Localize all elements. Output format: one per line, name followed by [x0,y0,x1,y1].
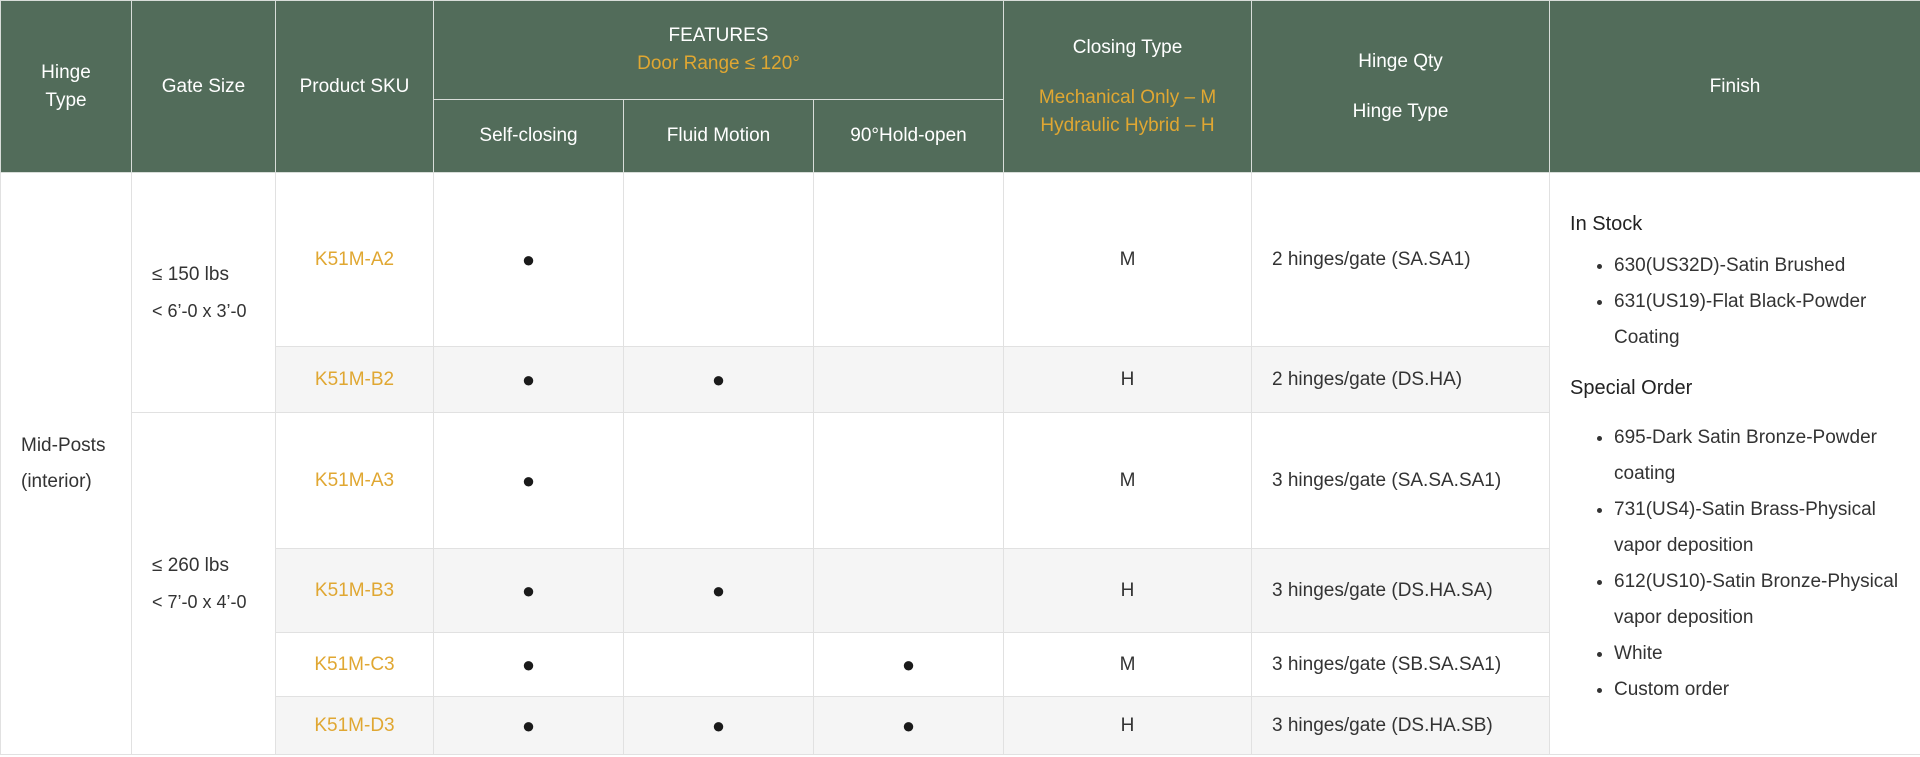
hold-open-cell: ● [812,632,1005,697]
list-item: 631(US19)-Flat Black-Powder Coating [1614,284,1900,356]
hold-open-cell [812,548,1005,633]
closing-type-cell: H [1003,548,1253,633]
list-item: 630(US32D)-Satin Brushed [1614,248,1900,284]
in-stock-title: In Stock [1570,212,1643,235]
header-gate-size: Gate Size [131,0,276,173]
sku-cell: K51M-D3 [275,696,434,755]
table-row: Mid-Posts (interior) ≤ 150 lbs < 6’-0 x … [0,172,1920,755]
header-features-subtitle: Door Range ≤ 120° [637,53,800,74]
list-item: 695-Dark Satin Bronze-Powder coating [1614,420,1900,492]
hinge-type-line1: Mid-Posts [21,434,106,456]
hinge-qty-cell: 2 hinges/gate (SA.SA1) [1251,172,1551,347]
sku-cell: K51M-A3 [275,412,434,549]
hold-open-cell [812,172,1005,347]
gate-dimensions: < 6’-0 x 3’-0 [152,300,247,321]
hinge-type-line2: (interior) [21,470,92,492]
closing-type-cell: M [1003,632,1253,697]
fluid-motion-cell [623,412,814,549]
hold-open-dot: ● [901,712,916,738]
hinge-spec-table: Hinge Type Gate Size Product SKU FEATURE… [0,0,1920,755]
gate-dimensions: < 7’-0 x 4’-0 [152,591,247,612]
self-closing-dot: ● [521,712,536,738]
hinge-qty-cell: 2 hinges/gate (DS.HA) [1251,346,1551,413]
sku-cell: K51M-C3 [275,632,434,697]
header-closing-type: Closing Type Mechanical Only – M Hydraul… [1003,0,1253,173]
list-item: White [1614,636,1900,672]
gate-weight: ≤ 260 lbs [152,554,229,576]
header-fluid-motion: Fluid Motion [623,99,814,173]
in-stock-list: 630(US32D)-Satin Brushed 631(US19)-Flat … [1570,248,1900,356]
sku-cell: K51M-B3 [275,548,434,633]
fluid-motion-dot: ● [711,366,726,392]
closing-type-cell: H [1003,696,1253,755]
hinge-type-cell: Mid-Posts (interior) [0,172,132,755]
header-closing-m: Mechanical Only – M [1038,86,1217,108]
header-hinge-type: Hinge Type [0,0,132,173]
header-hinge-qty: Hinge Qty Hinge Type [1251,0,1551,173]
gate-size-cell: ≤ 260 lbs < 7’-0 x 4’-0 [131,412,276,755]
fluid-motion-cell: ● [623,696,814,755]
header-hinge-qty-title: Hinge Qty [1358,50,1443,72]
header-closing-type-title: Closing Type [1072,36,1183,58]
closing-type-cell: H [1003,346,1253,413]
list-item: 612(US10)-Satin Bronze-Physical vapor de… [1614,564,1900,636]
header-product-sku: Product SKU [275,0,434,173]
finish-cell: In Stock 630(US32D)-Satin Brushed 631(US… [1549,172,1920,755]
self-closing-cell: ● [433,548,624,633]
self-closing-cell: ● [433,172,624,347]
special-order-list: 695-Dark Satin Bronze-Powder coating 731… [1570,420,1900,708]
hold-open-cell: ● [812,696,1005,755]
hold-open-cell [812,346,1005,413]
hinge-qty-cell: 3 hinges/gate (SA.SA.SA1) [1251,412,1551,549]
self-closing-dot: ● [521,577,536,603]
header-finish: Finish [1549,0,1920,173]
fluid-motion-cell [623,632,814,697]
hold-open-dot: ● [901,651,916,677]
self-closing-dot: ● [521,651,536,677]
list-item: Custom order [1614,672,1900,708]
special-order-title: Special Order [1570,376,1693,399]
header-features-title: FEATURES [668,25,769,46]
self-closing-dot: ● [521,366,536,392]
header-hinge-type-line1: Hinge [41,61,91,83]
hinge-qty-cell: 3 hinges/gate (DS.HA.SB) [1251,696,1551,755]
fluid-motion-cell [623,172,814,347]
header-hinge-type-line2: Type [45,89,87,111]
hold-open-cell [812,412,1005,549]
sku-cell: K51M-B2 [275,346,434,413]
self-closing-dot: ● [521,246,536,272]
self-closing-dot: ● [521,467,536,493]
self-closing-cell: ● [433,632,624,697]
fluid-motion-dot: ● [711,712,726,738]
gate-weight: ≤ 150 lbs [152,263,229,285]
header-hold-open: 90°Hold-open [812,99,1005,173]
gate-size-cell: ≤ 150 lbs < 6’-0 x 3’-0 [131,172,276,413]
header-closing-h: Hydraulic Hybrid – H [1040,114,1215,136]
self-closing-cell: ● [433,412,624,549]
list-item: 731(US4)-Satin Brass-Physical vapor depo… [1614,492,1900,564]
closing-type-cell: M [1003,412,1253,549]
hinge-qty-cell: 3 hinges/gate (DS.HA.SA) [1251,548,1551,633]
header-hinge-qty-type: Hinge Type [1352,100,1449,122]
self-closing-cell: ● [433,696,624,755]
header-self-closing: Self-closing [433,99,624,173]
closing-type-cell: M [1003,172,1253,347]
fluid-motion-cell: ● [623,548,814,633]
fluid-motion-cell: ● [623,346,814,413]
self-closing-cell: ● [433,346,624,413]
fluid-motion-dot: ● [711,577,726,603]
header-features: FEATURES Door Range ≤ 120° [432,0,1005,100]
sku-cell: K51M-A2 [275,172,434,347]
hinge-qty-cell: 3 hinges/gate (SB.SA.SA1) [1251,632,1551,697]
